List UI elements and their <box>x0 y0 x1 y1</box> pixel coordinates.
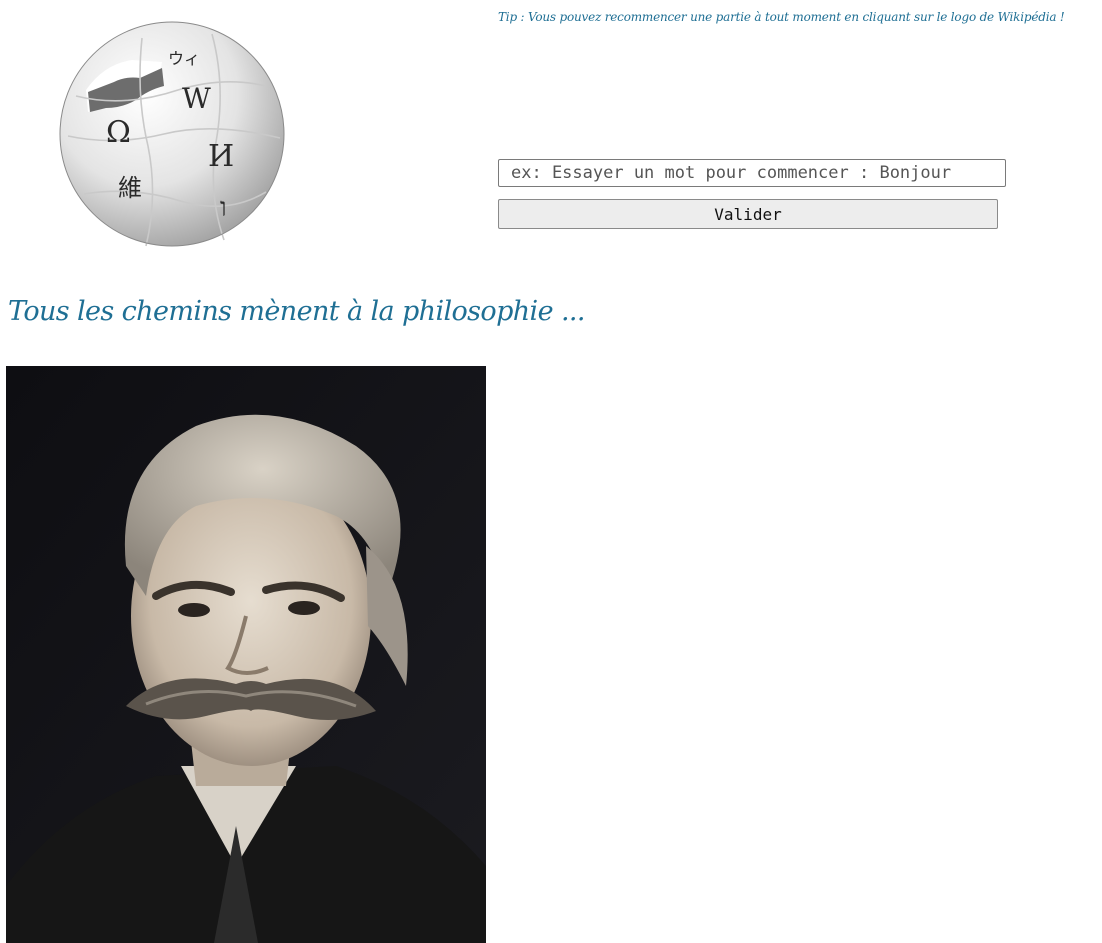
wikipedia-globe-icon: Ω W И 維 ウィ ו <box>59 21 285 247</box>
wikipedia-logo[interactable]: Ω W И 維 ウィ ו <box>44 16 300 252</box>
headline: Tous les chemins mènent à la philosophie… <box>8 296 586 327</box>
philosopher-portrait <box>6 366 486 943</box>
logo-glyph-omega: Ω <box>106 115 131 150</box>
word-input[interactable] <box>498 159 1006 187</box>
logo-glyph-hebrew: ו <box>220 193 227 223</box>
portrait-photo-icon <box>6 366 486 943</box>
submit-button[interactable]: Valider <box>498 199 998 229</box>
game-page: Ω W И 維 ウィ ו Tip : Vous pouvez recommenc… <box>0 0 1102 943</box>
logo-glyph-kana: ウィ <box>168 49 200 68</box>
logo-glyph-i: И <box>208 139 234 174</box>
logo-glyph-w: W <box>182 82 211 115</box>
logo-glyph-kanji: 維 <box>118 174 142 202</box>
tip-text: Tip : Vous pouvez recommencer une partie… <box>498 10 1065 24</box>
